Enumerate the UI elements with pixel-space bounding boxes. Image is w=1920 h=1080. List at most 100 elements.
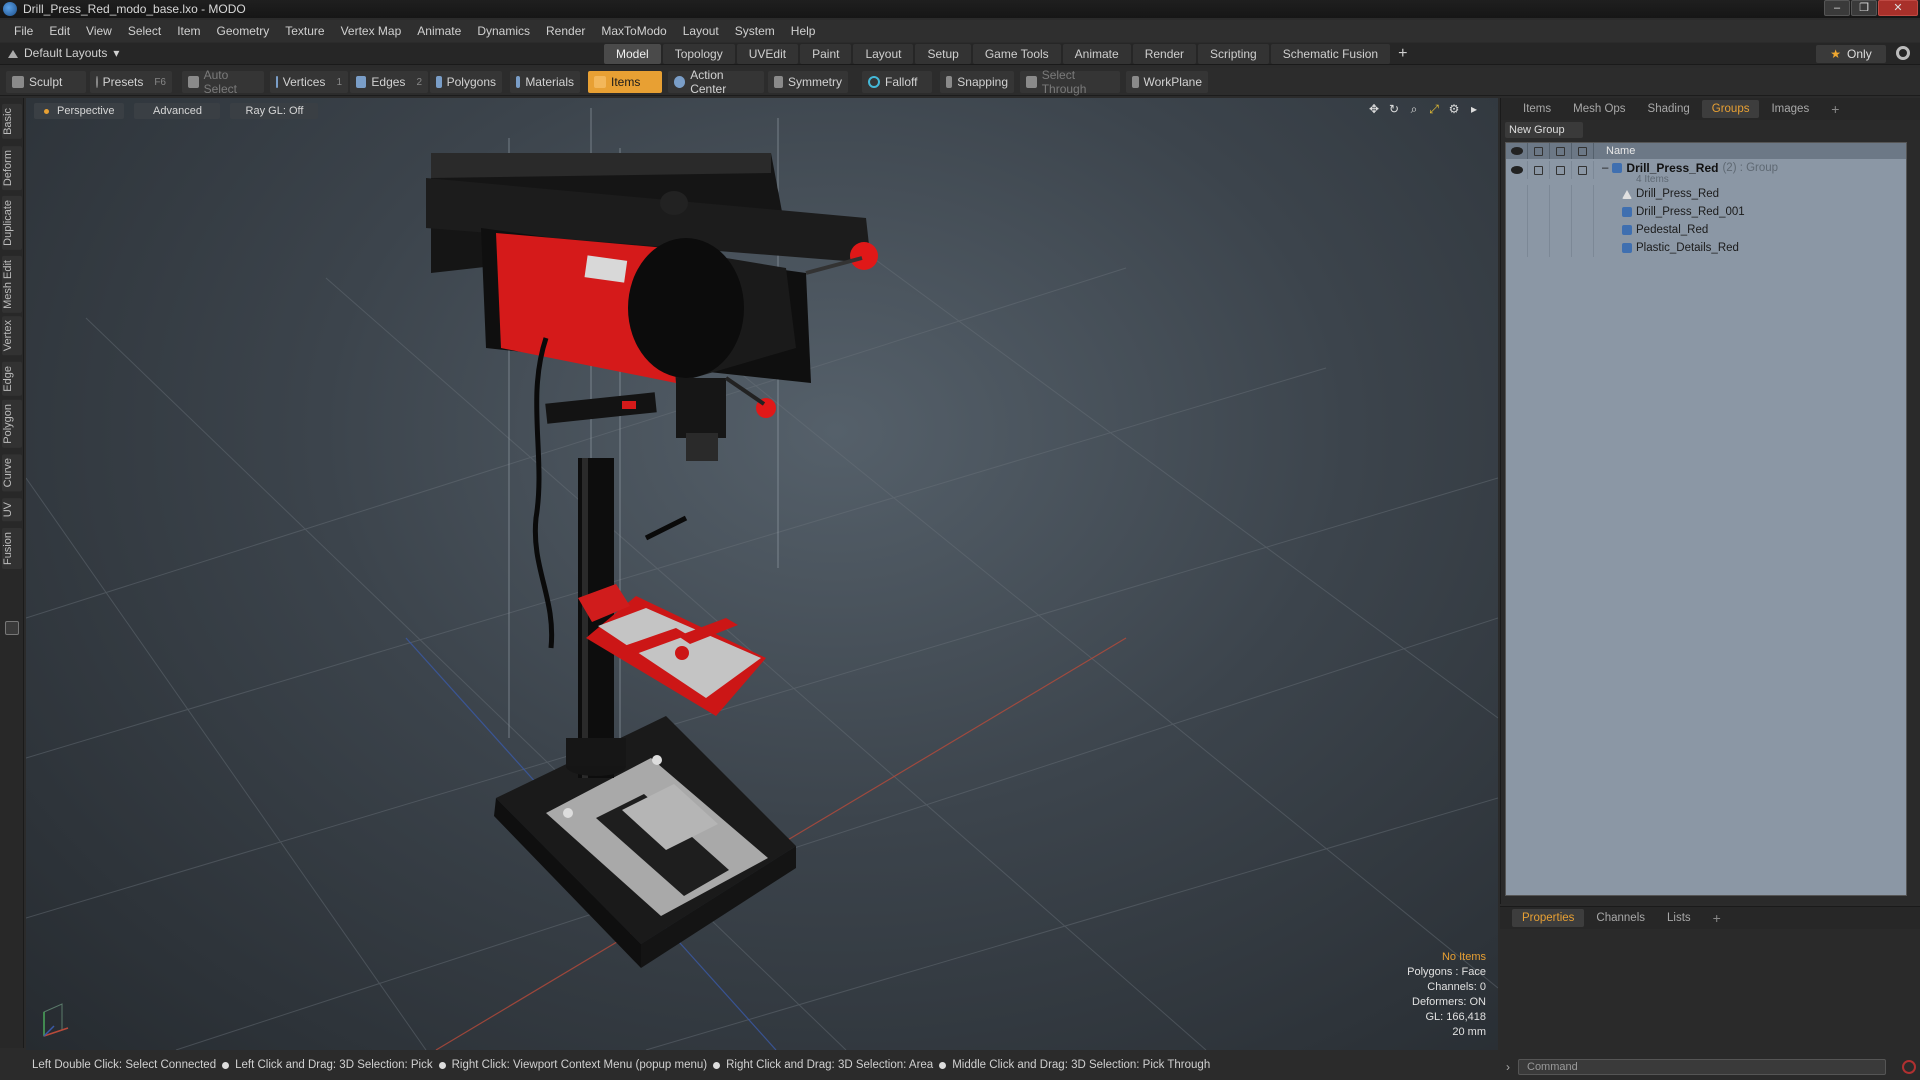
tab-lists[interactable]: Lists (1657, 909, 1701, 927)
tab-uvedit[interactable]: UVEdit (736, 44, 799, 64)
select-toggle[interactable] (1572, 161, 1594, 179)
tab-schematic-fusion[interactable]: Schematic Fusion (1270, 44, 1391, 64)
lock-toggle[interactable] (1550, 161, 1572, 179)
workplane-button[interactable]: WorkPlane (1126, 71, 1208, 93)
minimize-button[interactable]: – (1824, 0, 1850, 16)
menu-edit[interactable]: Edit (41, 24, 78, 38)
select-through-button[interactable]: Select Through (1020, 68, 1120, 96)
stop-icon[interactable] (1902, 1060, 1916, 1074)
tab-paint[interactable]: Paint (800, 44, 852, 64)
tab-layout[interactable]: Layout (853, 44, 914, 64)
maximize-button[interactable]: ❐ (1851, 0, 1877, 16)
gear-icon[interactable] (1896, 46, 1910, 60)
menu-dynamics[interactable]: Dynamics (469, 24, 538, 38)
vtab-curve[interactable]: Curve (2, 454, 22, 492)
raygl-toggle[interactable]: Ray GL: Off (230, 103, 319, 119)
name-column-header[interactable]: Name (1594, 145, 1635, 157)
list-item[interactable]: Drill_Press_Red_001 (1506, 203, 1906, 221)
tab-images[interactable]: Images (1761, 100, 1819, 118)
vertices-button[interactable]: Vertices 1 (270, 71, 348, 93)
list-item[interactable]: Pedestal_Red (1506, 221, 1906, 239)
render-toggle[interactable] (1528, 161, 1550, 179)
menu-select[interactable]: Select (120, 24, 169, 38)
select-column-header[interactable] (1572, 143, 1594, 159)
menu-system[interactable]: System (727, 24, 783, 38)
viewport-gear-icon[interactable]: ⚙ (1448, 103, 1460, 115)
menu-geometry[interactable]: Geometry (209, 24, 278, 38)
vtab-edge[interactable]: Edge (2, 362, 22, 396)
menu-texture[interactable]: Texture (277, 24, 332, 38)
add-tab-button[interactable]: + (1392, 44, 1413, 64)
command-input[interactable]: Command (1518, 1059, 1886, 1075)
vtab-fusion[interactable]: Fusion (2, 528, 22, 570)
menu-maxtomodo[interactable]: MaxToModo (593, 24, 674, 38)
vtab-polygon[interactable]: Polygon (2, 400, 22, 448)
menu-animate[interactable]: Animate (409, 24, 469, 38)
rotate-icon[interactable]: ↻ (1388, 103, 1400, 115)
menu-render[interactable]: Render (538, 24, 593, 38)
view-mode-button[interactable]: Perspective (34, 103, 125, 119)
add-properties-tab-button[interactable]: + (1703, 909, 1731, 927)
shading-mode-button[interactable]: Advanced (134, 103, 221, 119)
tab-render[interactable]: Render (1132, 44, 1197, 64)
action-center-button[interactable]: Action Center (668, 68, 764, 96)
materials-button[interactable]: Materials (510, 71, 580, 93)
tab-topology[interactable]: Topology (662, 44, 735, 64)
auto-select-button[interactable]: Auto Select (182, 68, 264, 96)
tab-setup[interactable]: Setup (915, 44, 971, 64)
tab-mesh-ops[interactable]: Mesh Ops (1563, 100, 1635, 118)
falloff-button[interactable]: Falloff (862, 71, 932, 93)
3d-viewport[interactable]: Perspective Advanced Ray GL: Off ✥ ↻ ⌕ ⤢… (26, 98, 1498, 1050)
vtab-deform[interactable]: Deform (2, 146, 22, 191)
empty-cell (1572, 203, 1594, 221)
properties-tabs: Properties Channels Lists + (1500, 907, 1920, 929)
vtab-basic[interactable]: Basic (2, 104, 22, 139)
symmetry-button[interactable]: Symmetry (768, 71, 848, 93)
pan-icon[interactable]: ✥ (1368, 103, 1380, 115)
tab-game-tools[interactable]: Game Tools (972, 44, 1061, 64)
tab-items[interactable]: Items (1513, 100, 1561, 118)
group-row[interactable]: – Drill_Press_Red (2) : Group 4 Items (1506, 159, 1906, 185)
fit-icon[interactable]: ⤢ (1428, 103, 1440, 115)
menu-vertex-map[interactable]: Vertex Map (333, 24, 410, 38)
toolbox-toggle-button[interactable] (5, 621, 19, 635)
render-column-header[interactable] (1528, 143, 1550, 159)
presets-button[interactable]: Presets F6 (90, 71, 172, 93)
tab-scripting[interactable]: Scripting (1198, 44, 1269, 64)
vtab-uv[interactable]: UV (2, 498, 22, 522)
items-button[interactable]: Items (588, 71, 662, 93)
tab-properties[interactable]: Properties (1512, 909, 1585, 927)
default-layouts-dropdown[interactable]: Default Layouts ▾ (8, 46, 119, 60)
vtab-vertex[interactable]: Vertex (2, 316, 22, 356)
add-panel-tab-button[interactable]: + (1821, 100, 1849, 118)
vtab-mesh-edit[interactable]: Mesh Edit (2, 256, 22, 313)
menu-view[interactable]: View (78, 24, 120, 38)
menu-file[interactable]: File (6, 24, 41, 38)
menu-help[interactable]: Help (783, 24, 824, 38)
visibility-toggle[interactable] (1506, 161, 1528, 179)
tab-shading[interactable]: Shading (1638, 100, 1700, 118)
list-item[interactable]: Drill_Press_Red (1506, 185, 1906, 203)
tab-groups[interactable]: Groups (1701, 100, 1760, 118)
close-button[interactable]: ✕ (1878, 0, 1918, 16)
group-icon (1612, 163, 1623, 173)
zoom-icon[interactable]: ⌕ (1408, 103, 1420, 115)
tab-channels[interactable]: Channels (1586, 909, 1655, 927)
sculpt-button[interactable]: Sculpt (6, 71, 86, 93)
only-button[interactable]: ★ Only (1816, 45, 1886, 63)
visibility-column-header[interactable] (1506, 143, 1528, 159)
edges-button[interactable]: Edges 2 (350, 71, 428, 93)
lock-column-header[interactable] (1550, 143, 1572, 159)
viewport-menu-arrow-icon[interactable]: ▸ (1468, 103, 1480, 115)
menu-item[interactable]: Item (169, 24, 208, 38)
tab-model[interactable]: Model (604, 44, 661, 64)
new-group-button[interactable]: New Group (1505, 122, 1583, 138)
snapping-button[interactable]: Snapping (940, 71, 1014, 93)
polygons-button[interactable]: Polygons (430, 71, 502, 93)
tab-animate[interactable]: Animate (1062, 44, 1131, 64)
list-item[interactable]: Plastic_Details_Red (1506, 239, 1906, 257)
item-name: Pedestal_Red (1636, 224, 1709, 236)
vtab-duplicate[interactable]: Duplicate (2, 196, 22, 250)
collapse-icon[interactable]: – (1602, 162, 1608, 174)
menu-layout[interactable]: Layout (675, 24, 727, 38)
